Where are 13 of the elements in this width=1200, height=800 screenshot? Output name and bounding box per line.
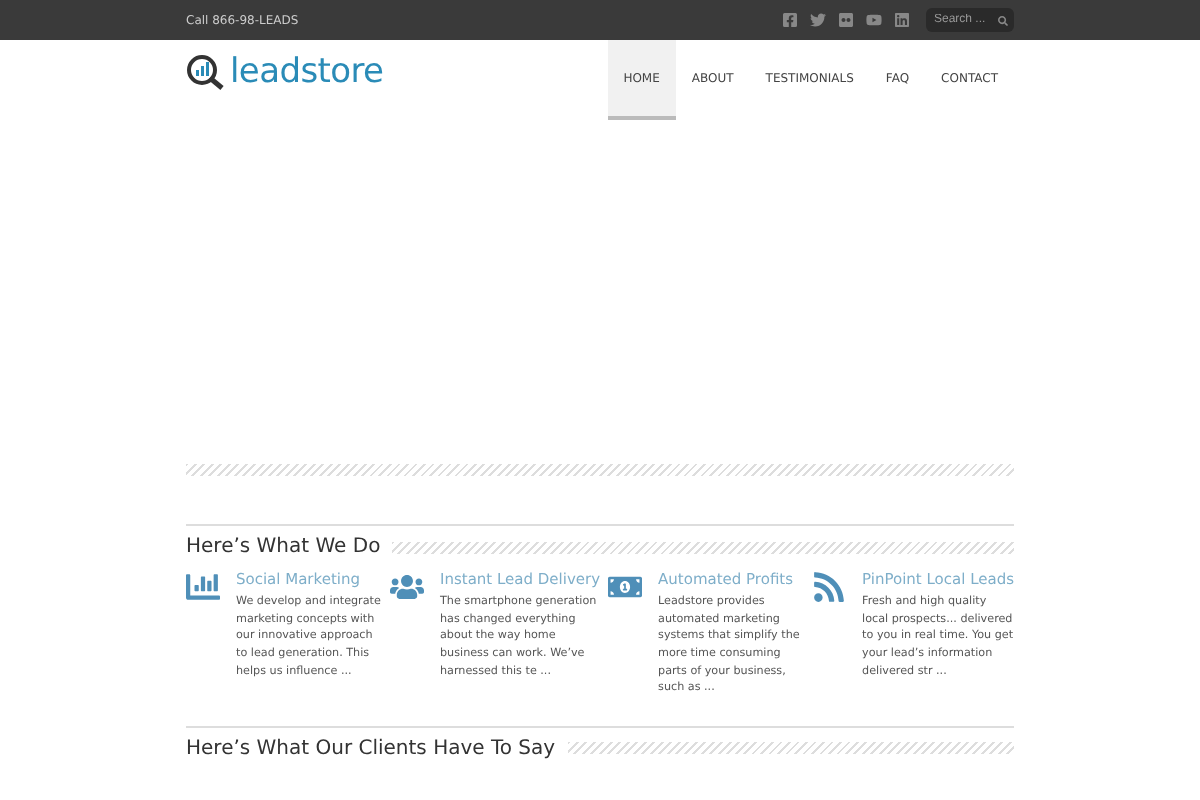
youtube-icon[interactable] [866, 12, 882, 28]
bar-chart-icon [186, 570, 220, 604]
logo-text[interactable]: leadstore [230, 52, 384, 92]
facebook-icon[interactable] [782, 12, 798, 28]
flickr-icon[interactable] [838, 12, 854, 28]
magnifier-logo-icon [186, 54, 226, 90]
twitter-icon[interactable] [810, 12, 826, 28]
linkedin-icon[interactable] [894, 12, 910, 28]
rss-icon [812, 570, 847, 604]
section-heading: Here’s What We Do [186, 536, 381, 558]
search-icon [998, 16, 1008, 26]
section-heading: Here’s What Our Clients Have To Say [186, 737, 556, 760]
people-icon [390, 570, 424, 604]
